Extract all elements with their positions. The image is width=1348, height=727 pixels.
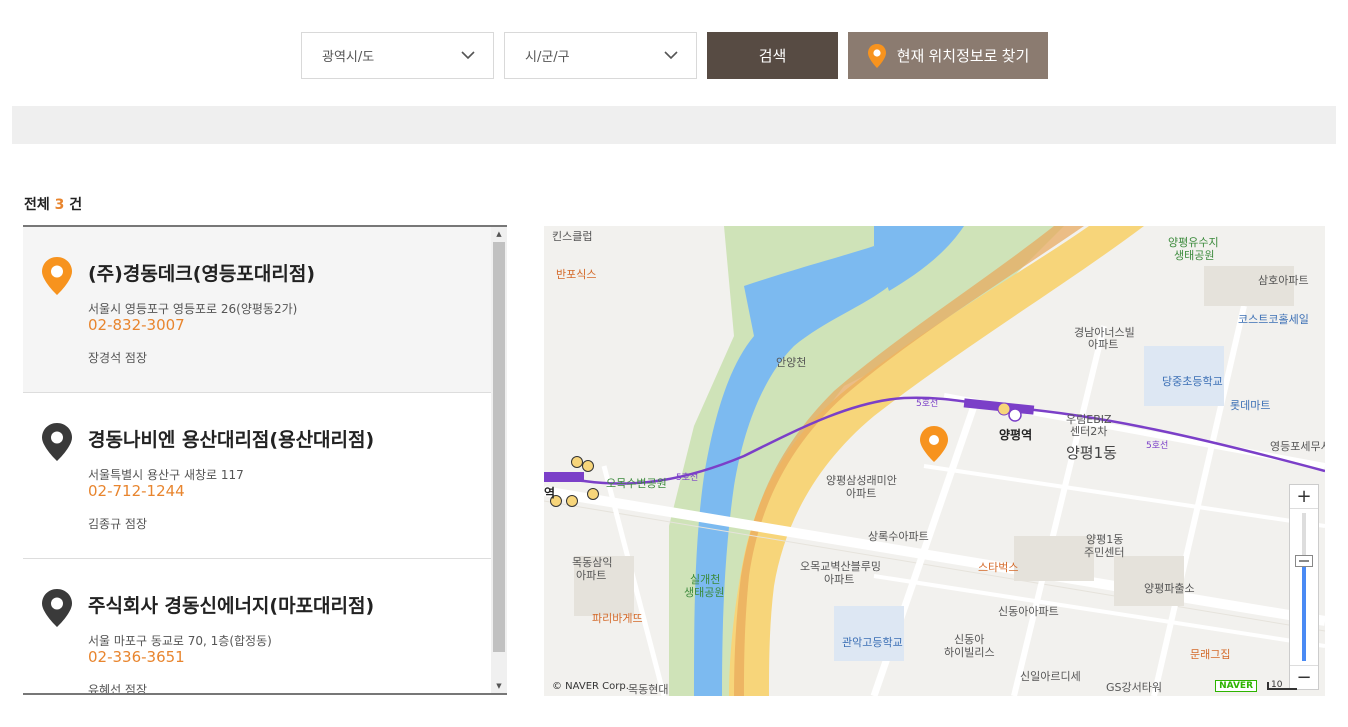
map-label: 아파트 [576,569,607,582]
map-label: 목동현대 [628,683,669,696]
result-count: 전체 3 건 [24,194,82,214]
store-phone[interactable]: 02-336-3651 [88,648,185,666]
map-label: 양평1동 [1066,444,1117,462]
store-manager: 유혜선 점장 [88,683,148,695]
map-label: 아파트 [1088,338,1119,351]
store-list: (주)경동데크(영등포대리점) 서울시 영등포구 영등포로 26(양평동2가) … [23,225,507,695]
map-label: 파리바게뜨 [592,612,643,625]
zoom-in-button[interactable]: + [1290,485,1318,509]
zoom-level-fill [1302,563,1306,661]
map-label: 아파트 [846,487,877,500]
zoom-control: + − [1289,484,1319,690]
chevron-down-icon [664,51,678,60]
map-pin-icon [867,43,886,68]
zoom-slider-handle[interactable] [1295,555,1313,567]
map-label: 당중초등학교 [1162,375,1223,388]
map-label: 아파트 [824,573,855,586]
map-label: 상록수아파트 [868,530,929,543]
result-count-suffix: 건 [69,197,83,213]
store-manager: 장경석 점장 [88,351,148,365]
city-select-label: 시/군/구 [525,50,570,65]
search-bar: 광역시/도 시/군/구 검색 현재 위치정보로 찾기 [301,32,1048,79]
map-label: 코스트코홀세일 [1238,313,1309,326]
map-label: 생태공원 [684,586,725,599]
scroll-down-arrow-icon[interactable]: ▼ [491,679,507,693]
filter-band [12,106,1336,144]
map-label: 5호선 [1146,441,1169,451]
province-select-label: 광역시/도 [322,50,375,65]
locate-button[interactable]: 현재 위치정보로 찾기 [848,32,1048,79]
store-item[interactable]: 주식회사 경동신에너지(마포대리점) 서울 마포구 동교로 70, 1층(합정동… [23,559,491,695]
store-phone[interactable]: 02-712-1244 [88,482,185,500]
city-select[interactable]: 시/군/구 [504,32,697,79]
store-name[interactable]: (주)경동데크(영등포대리점) [88,259,315,286]
naver-logo[interactable]: NAVER [1215,680,1257,692]
map-label: 킨스클럽 [552,230,593,243]
map-label: 스타벅스 [978,561,1019,574]
map-label: 롯데마트 [1230,399,1271,412]
list-scrollbar[interactable]: ▲ ▼ [491,227,507,693]
map-label: 역 [544,486,556,500]
map-label: 오목수변공원 [606,477,667,490]
map-copyright: © NAVER Corp. [552,681,629,692]
store-item[interactable]: (주)경동데크(영등포대리점) 서울시 영등포구 영등포로 26(양평동2가) … [23,227,491,393]
store-phone[interactable]: 02-832-3007 [88,316,185,334]
map-label: 삼호아파트 [1258,274,1309,287]
map-label: 주민센터 [1084,546,1125,559]
scrollbar-thumb[interactable] [493,242,505,652]
result-count-prefix: 전체 [24,197,50,213]
store-address: 서울특별시 용산구 새창로 117 [88,468,244,482]
map-label: 하이빌리스 [944,646,995,659]
chevron-down-icon [461,51,475,60]
map-label: 영등포세무서 [1270,440,1325,453]
map-pin-icon [42,257,72,295]
map-scale: 10 [1267,681,1297,690]
search-button[interactable]: 검색 [707,32,838,79]
map-label: 생태공원 [1174,249,1215,262]
map-pin-icon [42,423,72,461]
store-manager: 김종규 점장 [88,517,148,531]
store-list-items: (주)경동데크(영등포대리점) 서울시 영등포구 영등포로 26(양평동2가) … [23,227,491,695]
map-label: 양평역 [999,428,1033,442]
map-label: 5호선 [676,473,699,483]
map-pin-icon [42,589,72,627]
store-name[interactable]: 주식회사 경동신에너지(마포대리점) [88,591,374,618]
map-label: 센터2차 [1070,425,1108,438]
map-label: 반포식스 [556,268,597,281]
map-label: 신동아아파트 [998,605,1059,618]
store-address: 서울시 영등포구 영등포로 26(양평동2가) [88,302,298,316]
store-name[interactable]: 경동나비엔 용산대리점(용산대리점) [88,425,374,452]
scroll-up-arrow-icon[interactable]: ▲ [491,227,507,241]
locate-button-label: 현재 위치정보로 찾기 [896,48,1030,65]
map-label: GS강서타워 [1106,681,1162,694]
map-label: 안양천 [776,356,807,369]
map-label: 신일아르디세 [1020,670,1081,683]
map-label: 관악고등학교 [842,636,903,649]
store-map[interactable]: 킨스클럽 반포식스 양평유수지 생태공원 삼호아파트 코스트코홀세일 안양천 경… [544,226,1325,696]
map-label: 양평파출소 [1144,582,1195,595]
map-base [544,226,1325,696]
store-item[interactable]: 경동나비엔 용산대리점(용산대리점) 서울특별시 용산구 새창로 117 02-… [23,393,491,559]
result-count-number: 3 [54,197,65,213]
province-select[interactable]: 광역시/도 [301,32,494,79]
map-label: 5호선 [916,399,939,409]
store-address: 서울 마포구 동교로 70, 1층(합정동) [88,634,272,648]
map-label: 문래그집 [1190,648,1231,661]
